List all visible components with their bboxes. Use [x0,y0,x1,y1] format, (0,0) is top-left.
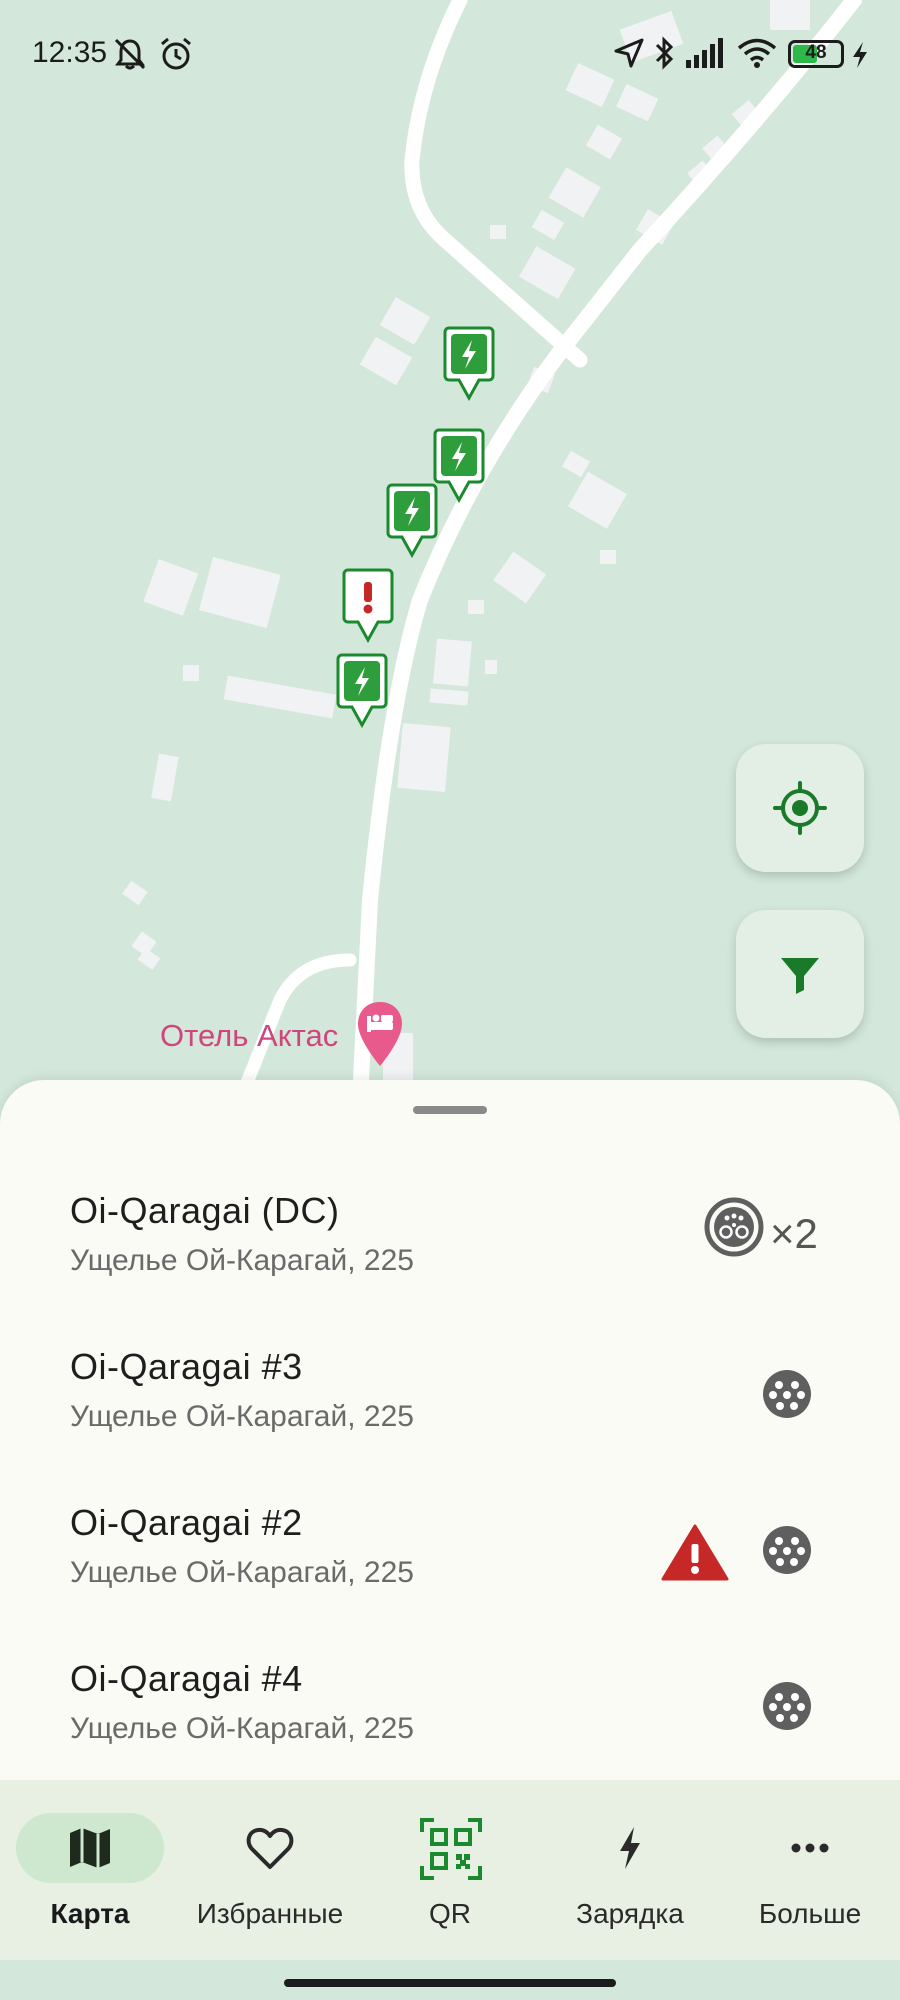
nav-item-favorites[interactable]: Избранные [180,1780,360,1960]
battery-level: 48 [805,42,827,63]
station-row[interactable]: Oi-Qaragai #4 Ущелье Ой-Карагай, 225 [0,1636,900,1792]
map-pin-station[interactable] [433,428,485,503]
nav-label: Избранные [196,1898,344,1929]
map-pin-station[interactable] [386,483,438,558]
my-location-button[interactable] [736,744,864,872]
hotel-pin-icon[interactable] [355,1000,405,1070]
station-address: Ущелье Ой-Карагай, 225 [70,1244,414,1277]
map-pin-station[interactable] [336,653,388,728]
map-view[interactable]: Отель Актас [0,0,900,1100]
map-pin-error[interactable] [342,568,394,643]
ccs-icon [704,1197,764,1257]
bottom-navigation: Карта Избранные QR Зарядка Больше [0,1780,900,1960]
alarm-icon [161,37,191,70]
bluetooth-icon [655,36,674,70]
map-icon [70,1828,110,1868]
bolt-icon [620,1827,640,1869]
more-icon [791,1843,829,1853]
type2-icon [763,1526,811,1574]
filter-icon [781,958,819,994]
connector-count: ×2 [770,1210,818,1257]
signal-icon [686,38,723,68]
station-name: Oi-Qaragai #3 [70,1346,303,1387]
gesture-bar[interactable] [284,1979,616,1987]
station-address: Ущелье Ой-Карагай, 225 [70,1712,414,1745]
poi-label[interactable]: Отель Актас [160,1018,338,1054]
charging-icon [853,42,867,68]
wifi-icon [737,38,777,68]
nav-item-charging[interactable]: Зарядка [540,1780,720,1960]
location-icon [614,38,644,68]
type2-icon [763,1682,811,1730]
stations-sheet[interactable]: Oi-Qaragai (DC) Ущелье Ой-Карагай, 225 ×… [0,1080,900,1780]
nav-item-map[interactable]: Карта [0,1780,180,1960]
my-location-icon [773,781,827,835]
mute-icon [114,38,146,70]
type2-icon [763,1370,811,1418]
station-row[interactable]: Oi-Qaragai #3 Ущелье Ой-Карагай, 225 [0,1324,900,1480]
nav-item-more[interactable]: Больше [720,1780,900,1960]
nav-label: Карта [50,1898,130,1929]
station-address: Ущелье Ой-Карагай, 225 [70,1400,414,1433]
filter-button[interactable] [736,910,864,1038]
qr-code-icon [420,1818,482,1880]
nav-label: Больше [758,1898,862,1929]
nav-label: Зарядка [576,1898,684,1929]
warning-icon [661,1524,729,1581]
map-pin-station[interactable] [443,326,495,401]
station-name: Oi-Qaragai #4 [70,1658,303,1699]
nav-item-qr[interactable]: QR [360,1780,540,1960]
sheet-drag-handle[interactable] [413,1106,487,1114]
heart-icon [246,1827,294,1869]
nav-label: QR [429,1898,471,1929]
station-name: Oi-Qaragai (DC) [70,1190,340,1231]
station-address: Ущелье Ой-Карагай, 225 [70,1556,414,1589]
status-time: 12:35 [32,36,108,69]
station-row[interactable]: Oi-Qaragai #2 Ущелье Ой-Карагай, 225 [0,1480,900,1636]
battery-icon: 48 [788,40,844,68]
station-name: Oi-Qaragai #2 [70,1502,303,1543]
status-bar: 12:35 48 [0,0,900,108]
station-row[interactable]: Oi-Qaragai (DC) Ущелье Ой-Карагай, 225 ×… [0,1168,900,1324]
